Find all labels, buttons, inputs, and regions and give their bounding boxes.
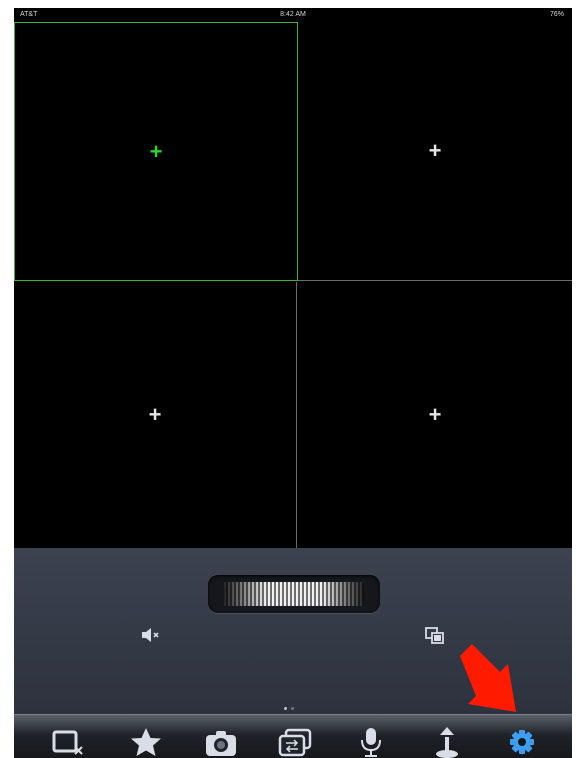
add-camera-icon[interactable]: + bbox=[429, 404, 442, 426]
page-dot-active bbox=[284, 707, 287, 710]
page-dot bbox=[291, 707, 294, 710]
settings-gear-icon[interactable] bbox=[502, 725, 542, 758]
multi-screen-icon[interactable] bbox=[424, 626, 446, 646]
camera-cell-3[interactable]: + bbox=[14, 282, 297, 548]
joystick-icon[interactable] bbox=[427, 725, 467, 758]
camera-cell-1[interactable]: + bbox=[14, 22, 298, 281]
microphone-icon[interactable] bbox=[352, 725, 392, 758]
jog-wheel-knob[interactable] bbox=[224, 582, 364, 606]
battery-label: 76% bbox=[549, 11, 564, 18]
bottom-toolbar bbox=[14, 714, 572, 758]
status-bar: AT&T 8:42 AM 76% bbox=[14, 8, 572, 22]
add-camera-icon[interactable]: + bbox=[429, 140, 442, 162]
clock-label: 8:42 AM bbox=[280, 11, 306, 18]
camera-grid: + + + + bbox=[14, 22, 572, 548]
camera-cell-4[interactable]: + bbox=[298, 282, 572, 548]
switch-view-icon[interactable] bbox=[276, 725, 316, 758]
add-camera-icon[interactable]: + bbox=[150, 140, 163, 163]
favorite-star-icon[interactable] bbox=[126, 725, 166, 758]
speaker-muted-icon[interactable] bbox=[140, 626, 162, 644]
snapshot-camera-icon[interactable] bbox=[202, 725, 242, 758]
add-camera-icon[interactable]: + bbox=[149, 404, 162, 426]
ptz-jog-wheel[interactable] bbox=[208, 575, 380, 613]
annotation-arrow-icon bbox=[460, 644, 516, 712]
page-indicator bbox=[282, 697, 296, 715]
close-stream-icon[interactable] bbox=[51, 725, 91, 758]
camera-cell-2[interactable]: + bbox=[298, 22, 572, 281]
